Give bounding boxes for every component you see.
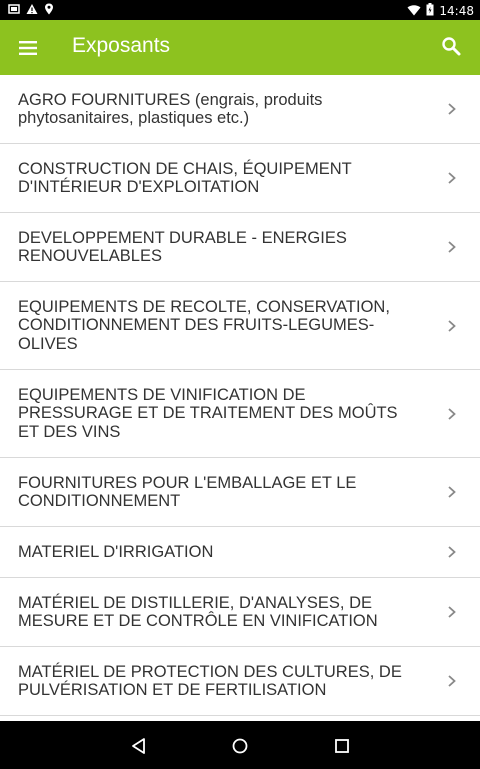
chevron-right-icon xyxy=(448,241,456,253)
list-item[interactable]: FOURNITURES POUR L'EMBALLAGE ET LE CONDI… xyxy=(0,458,480,527)
list-item[interactable]: MATÉRIEL DE DISTILLERIE, D'ANALYSES, DE … xyxy=(0,578,480,647)
chevron-right-icon xyxy=(448,103,456,115)
list-item[interactable]: EQUIPEMENTS DE RECOLTE, CONSERVATION, CO… xyxy=(0,282,480,370)
list-item[interactable]: DEVELOPPEMENT DURABLE - ENERGIES RENOUVE… xyxy=(0,213,480,282)
chevron-right-icon xyxy=(448,172,456,184)
home-icon[interactable] xyxy=(229,735,251,757)
app-bar: Exposants xyxy=(0,20,480,75)
warning-icon xyxy=(26,3,38,18)
list-item[interactable]: EQUIPEMENTS DE VINIFICATION DE PRESSURAG… xyxy=(0,370,480,458)
system-nav-bar xyxy=(0,721,480,769)
list-item-label: MATÉRIEL DE DISTILLERIE, D'ANALYSES, DE … xyxy=(18,593,378,631)
list-item[interactable]: CONSTRUCTION DE CHAIS, ÉQUIPEMENT D'INTÉ… xyxy=(0,144,480,213)
chevron-right-icon xyxy=(448,606,456,618)
chevron-right-icon xyxy=(448,319,456,332)
list-item[interactable]: MATERIEL D'IRRIGATION xyxy=(0,527,480,578)
list-item-label: CONSTRUCTION DE CHAIS, ÉQUIPEMENT D'INTÉ… xyxy=(18,159,352,197)
list-item-label: FOURNITURES POUR L'EMBALLAGE ET LE CONDI… xyxy=(18,473,357,511)
status-bar: 14:48 xyxy=(0,0,480,20)
list-item-label: MATÉRIEL DE PROTECTION DES CULTURES, DE … xyxy=(18,662,402,700)
recents-icon[interactable] xyxy=(331,735,353,757)
chevron-right-icon xyxy=(448,486,456,498)
screenshot-icon xyxy=(8,3,20,18)
wifi-icon xyxy=(407,4,421,19)
chevron-right-icon xyxy=(448,675,456,687)
list-item[interactable]: AGRO FOURNITURES (engrais, produits phyt… xyxy=(0,75,480,144)
menu-icon[interactable] xyxy=(17,37,39,59)
chevron-right-icon xyxy=(448,407,456,420)
chevron-right-icon xyxy=(448,546,456,558)
list-item-label: EQUIPEMENTS DE VINIFICATION DE PRESSURAG… xyxy=(18,385,398,441)
list-item-label: AGRO FOURNITURES (engrais, produits phyt… xyxy=(18,90,323,128)
list-item-label: EQUIPEMENTS DE RECOLTE, CONSERVATION, CO… xyxy=(18,297,390,353)
list-item-label: DEVELOPPEMENT DURABLE - ENERGIES RENOUVE… xyxy=(18,228,347,266)
category-list: AGRO FOURNITURES (engrais, produits phyt… xyxy=(0,75,480,716)
page-title: Exposants xyxy=(72,34,171,57)
location-icon xyxy=(44,3,54,18)
status-time: 14:48 xyxy=(439,4,474,18)
search-icon[interactable] xyxy=(440,35,462,57)
list-item-label: MATERIEL D'IRRIGATION xyxy=(18,542,214,561)
back-icon[interactable] xyxy=(128,735,150,757)
battery-icon xyxy=(426,3,434,19)
list-item[interactable]: MATÉRIEL DE PROTECTION DES CULTURES, DE … xyxy=(0,647,480,716)
